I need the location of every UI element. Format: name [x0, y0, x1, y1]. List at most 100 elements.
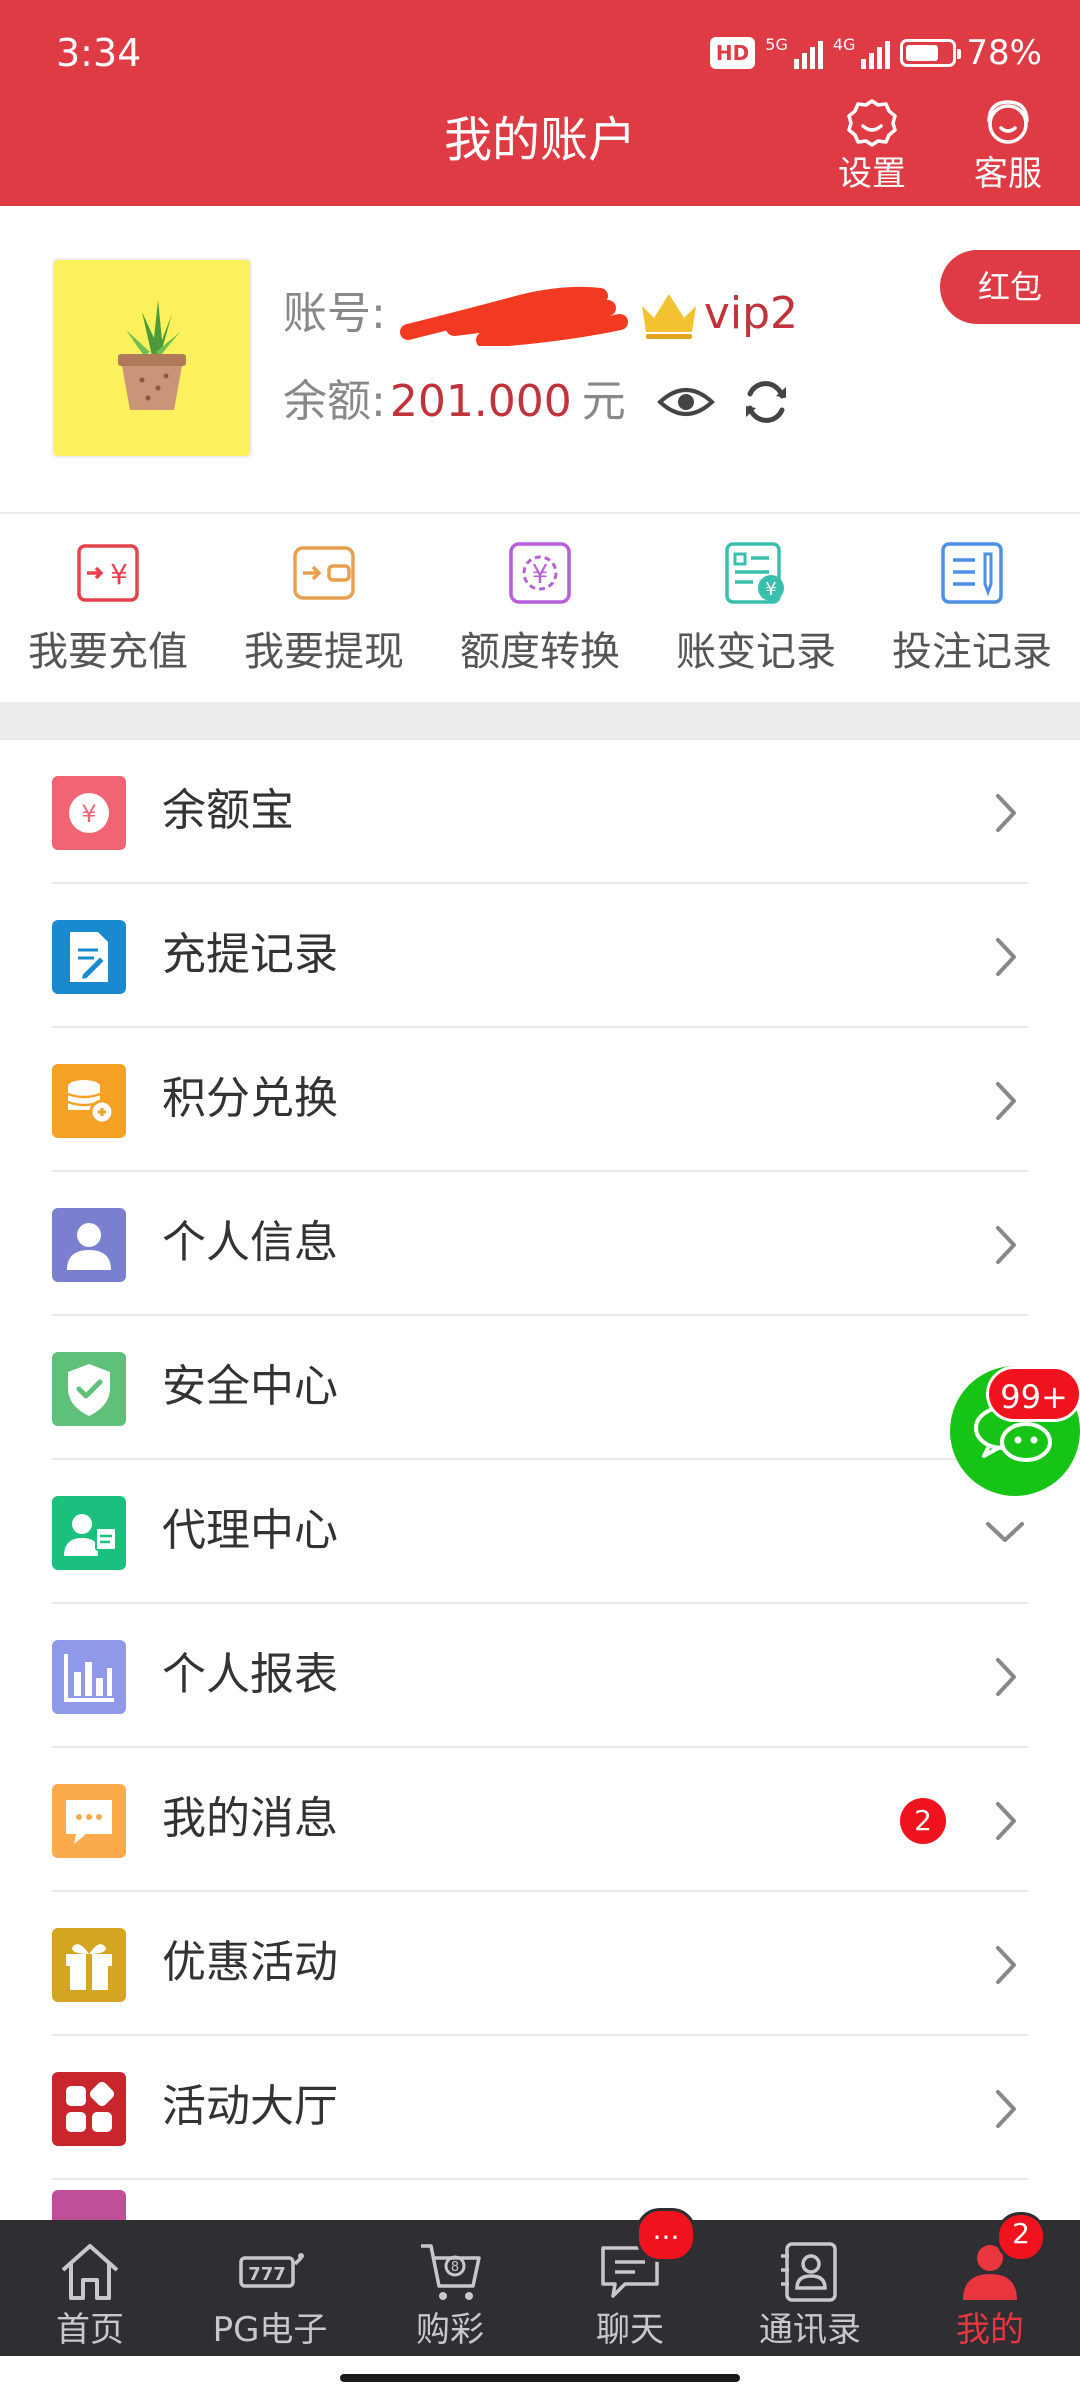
quick-action-recharge[interactable]: ¥ 我要充值 — [0, 514, 216, 700]
svg-text:¥: ¥ — [765, 579, 776, 600]
shield-check-icon — [52, 1352, 126, 1426]
menu-item-label: 优惠活动 — [162, 1937, 338, 1988]
menu-item-label: 安全中心 — [162, 1361, 338, 1412]
menu-item-activity-hall[interactable]: 活动大厅 — [0, 2036, 1080, 2180]
home-icon — [61, 2244, 119, 2300]
app-header: 3:34 HD 5G 4G 78% 我的账户 设置 客服 — [0, 0, 1080, 206]
balance-label: 余额: — [283, 376, 386, 427]
menu-item-icon — [52, 2190, 126, 2220]
hd-icon: HD — [709, 37, 756, 69]
menu-item-label: 个人信息 — [162, 1217, 338, 1268]
unread-badge: 2 — [900, 1798, 946, 1844]
svg-text:8: 8 — [451, 2260, 459, 2275]
svg-text:¥: ¥ — [81, 800, 96, 828]
yuebao-icon: ¥ — [52, 776, 126, 850]
settings-icon — [847, 99, 897, 147]
quick-action-label: 我要充值 — [28, 629, 188, 675]
nav-chat[interactable]: 聊天 ... — [540, 2208, 720, 2356]
home-indicator[interactable] — [340, 2374, 740, 2382]
gift-icon — [52, 1928, 126, 2002]
nav-contacts[interactable]: 通讯录 — [720, 2220, 900, 2356]
crown-icon — [641, 294, 696, 339]
menu-item-label: 我的消息 — [162, 1793, 338, 1844]
balance-row: 余额: 201.000 元 — [283, 370, 792, 434]
avatar[interactable] — [52, 258, 252, 458]
balance-unit: 元 — [581, 376, 626, 427]
user-icon — [52, 1208, 126, 1282]
menu-item-deposit-withdraw-records[interactable]: 充提记录 — [0, 884, 1080, 1028]
eye-icon[interactable] — [656, 382, 716, 422]
svg-text:777: 777 — [248, 2264, 286, 2285]
agent-icon — [52, 1496, 126, 1570]
quick-action-transfer[interactable]: ¥ 额度转换 — [432, 514, 648, 700]
nav-label: 我的 — [956, 2310, 1024, 2350]
menu-item-personal-report[interactable]: 个人报表 — [0, 1604, 1080, 1748]
refresh-icon[interactable] — [740, 376, 792, 428]
status-icons: HD 5G 4G 78% — [709, 28, 1042, 78]
quick-action-bet-record[interactable]: 投注记录 — [864, 514, 1080, 700]
menu-item-security-center[interactable]: 安全中心 — [0, 1316, 1080, 1460]
menu-item-partial[interactable] — [0, 2180, 1080, 2220]
svg-text:¥: ¥ — [110, 558, 128, 591]
chat-badge: ... — [636, 2208, 696, 2262]
menu-item-points-exchange[interactable]: 积分兑换 — [0, 1028, 1080, 1172]
customer-service-button[interactable]: 客服 — [948, 96, 1068, 196]
bar-chart-icon — [52, 1640, 126, 1714]
slot-machine-icon: 777 — [239, 2253, 304, 2288]
chevron-right-icon — [996, 1946, 1016, 1984]
message-icon — [52, 1784, 126, 1858]
vip-level: vip2 — [703, 288, 799, 339]
chevron-right-icon — [996, 1082, 1016, 1120]
lottery-cart-icon: 8 — [421, 2244, 481, 2300]
withdraw-icon — [293, 546, 355, 600]
section-gap — [0, 702, 1080, 740]
chevron-right-icon — [996, 794, 1016, 832]
quick-action-label: 我要提现 — [244, 629, 404, 675]
quick-action-account-record[interactable]: ¥ 账变记录 — [648, 514, 864, 700]
nav-label: 通讯录 — [759, 2310, 861, 2350]
transfer-icon: ¥ — [509, 542, 571, 604]
battery-icon — [900, 39, 962, 67]
menu-item-label: 个人报表 — [162, 1649, 338, 1700]
chevron-right-icon — [996, 1226, 1016, 1264]
bottom-nav: 首页 777 PG电子 8 购彩 聊天 ... 通讯录 我的 2 — [0, 2208, 1080, 2356]
nav-pg-electronic[interactable]: 777 PG电子 — [180, 2220, 360, 2356]
menu-item-label: 充提记录 — [162, 929, 338, 980]
quick-actions: ¥ 我要充值 我要提现 ¥ 额度转换 ¥ 账变记录 投注记录 — [0, 514, 1080, 700]
menu-item-agent-center[interactable]: 代理中心 — [0, 1460, 1080, 1604]
potted-plant-icon — [118, 300, 186, 410]
chevron-right-icon — [996, 1658, 1016, 1696]
chevron-right-icon — [996, 938, 1016, 976]
nav-mine[interactable]: 我的 2 — [900, 2212, 1080, 2356]
account-record-icon: ¥ — [725, 542, 784, 604]
account-redaction — [394, 282, 634, 348]
signal-4g-icon: 4G — [833, 37, 891, 69]
svg-text:¥: ¥ — [532, 560, 549, 590]
settings-label: 设置 — [838, 154, 906, 194]
menu-item-my-messages[interactable]: 我的消息 2 — [0, 1748, 1080, 1892]
quick-action-label: 账变记录 — [676, 629, 836, 675]
menu-item-yuebao[interactable]: ¥ 余额宝 — [0, 740, 1080, 884]
nav-home[interactable]: 首页 — [0, 2220, 180, 2356]
headset-icon — [987, 100, 1029, 144]
quick-action-label: 投注记录 — [892, 629, 1052, 675]
quick-action-withdraw[interactable]: 我要提现 — [216, 514, 432, 700]
battery-percent: 78% — [966, 33, 1042, 73]
menu-item-personal-info[interactable]: 个人信息 — [0, 1172, 1080, 1316]
balance-value: 201.000 — [389, 376, 572, 427]
nav-label: 聊天 — [596, 2310, 664, 2350]
menu-item-label: 积分兑换 — [162, 1073, 338, 1124]
customer-service-label: 客服 — [974, 154, 1042, 194]
chat-unread-badge: 99+ — [986, 1366, 1080, 1422]
settings-button[interactable]: 设置 — [812, 96, 932, 196]
signal-5g-icon: 5G — [765, 37, 823, 69]
red-packet-button[interactable]: 红包 — [940, 250, 1080, 324]
nav-label: 首页 — [56, 2310, 124, 2350]
bet-record-icon — [941, 542, 1003, 604]
chevron-right-icon — [996, 1802, 1016, 1840]
chevron-right-icon — [996, 2090, 1016, 2128]
account-row: 账号: vip2 — [283, 282, 799, 348]
nav-lottery[interactable]: 8 购彩 — [360, 2220, 540, 2356]
coins-icon — [52, 1064, 126, 1138]
menu-item-promotions[interactable]: 优惠活动 — [0, 1892, 1080, 2036]
